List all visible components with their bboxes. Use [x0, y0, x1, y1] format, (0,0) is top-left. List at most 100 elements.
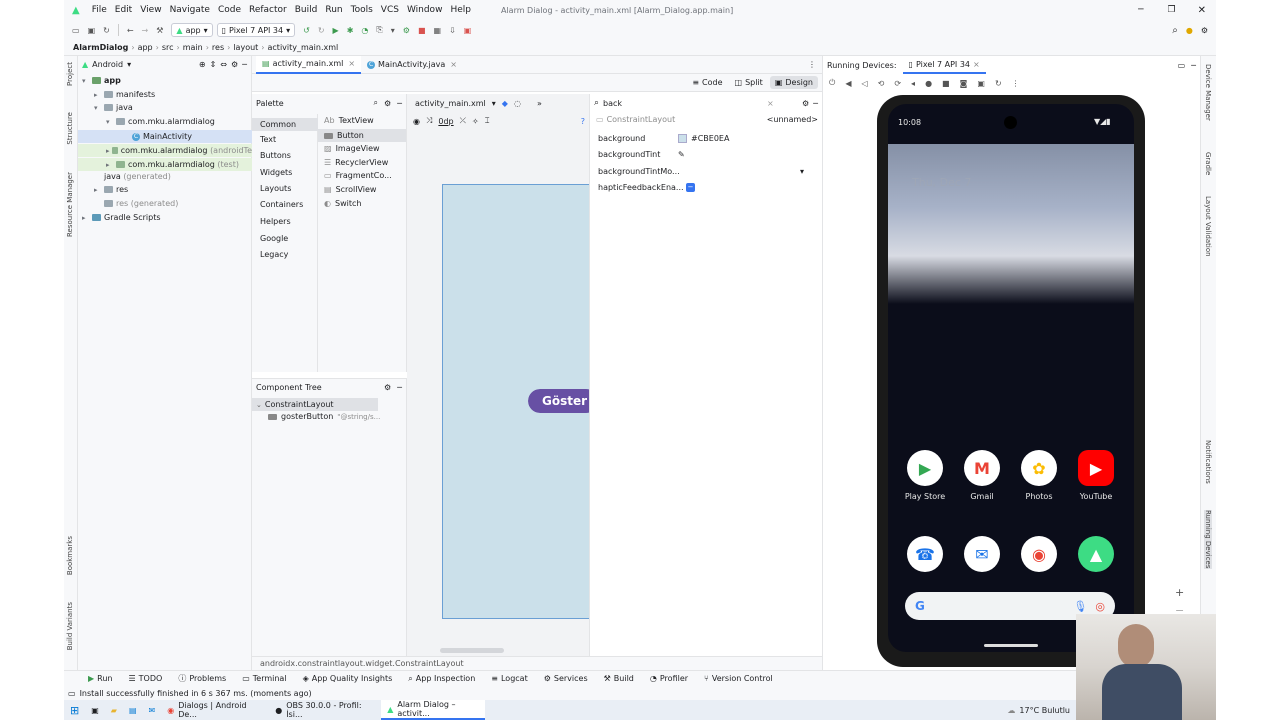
palette-item-textview[interactable]: Ab TextView	[324, 116, 374, 125]
tool-structure[interactable]: Structure	[66, 112, 74, 145]
palette-category-common[interactable]: Common	[252, 118, 318, 131]
cold-boot-icon[interactable]: ↻	[995, 79, 1002, 88]
palette-category-layouts[interactable]: Layouts	[260, 184, 291, 193]
design-mode-button[interactable]: ▣ Design	[769, 76, 818, 89]
dock-chrome[interactable]: ◉	[1011, 536, 1067, 572]
breadcrumb-item[interactable]: res	[209, 43, 227, 52]
view-options-eye-icon[interactable]: ◉	[413, 117, 420, 126]
mail-icon[interactable]: ✉	[143, 700, 162, 720]
tool-bookmarks[interactable]: Bookmarks	[66, 536, 74, 575]
device-manager-icon[interactable]: ▦	[430, 26, 446, 35]
tool-resource-manager[interactable]: Resource Manager	[66, 172, 74, 237]
menu-tools[interactable]: Tools	[347, 5, 377, 15]
tree-item-manifests[interactable]: ▸ manifests	[94, 90, 155, 99]
hide-panel-icon[interactable]: ─	[242, 60, 251, 69]
tool-todo[interactable]: ☰ TODO	[121, 674, 171, 683]
component-tree-child[interactable]: gosterButton "@string/s...	[268, 412, 380, 421]
dock-phone[interactable]: ☎	[897, 536, 953, 572]
rotate-right-icon[interactable]: ⟳	[894, 79, 901, 88]
palette-item-recyclerview[interactable]: ☰ RecyclerView	[324, 158, 388, 167]
breadcrumb-item[interactable]: src	[159, 43, 177, 52]
tool-gradle[interactable]: Gradle	[1204, 152, 1212, 175]
palette-item-scrollview[interactable]: ▤ ScrollView	[324, 185, 376, 194]
menu-refactor[interactable]: Refactor	[245, 5, 291, 15]
palette-category-text[interactable]: Text	[260, 135, 276, 144]
emulator-icon[interactable]: ▣	[460, 26, 476, 35]
device-screen[interactable]: 10:08 ▼◢▮ Thu, Dec 7 ▶ Play Store M Gmai…	[888, 104, 1134, 652]
menu-view[interactable]: View	[136, 5, 165, 15]
tree-item-res[interactable]: ▸ res	[94, 185, 128, 194]
taskbar-android-studio[interactable]: ▲ Alarm Dialog – activit...	[381, 700, 486, 720]
component-tree-root[interactable]: ⌄ ConstraintLayout	[252, 398, 378, 411]
palette-category-legacy[interactable]: Legacy	[260, 250, 288, 259]
chevron-down-icon[interactable]: ▾	[127, 60, 131, 69]
tool-running-devices[interactable]: Running Devices	[1204, 510, 1212, 569]
store-icon[interactable]: ▤	[123, 700, 143, 720]
code-mode-button[interactable]: ≡ Code	[687, 76, 727, 89]
tool-app-inspection[interactable]: ⌕ App Inspection	[400, 674, 483, 684]
dock-android[interactable]: ▲	[1068, 536, 1124, 572]
palette-item-imageview[interactable]: ▨ ImageView	[324, 144, 380, 153]
design-file-label[interactable]: activity_main.xml	[415, 99, 486, 108]
expand-toolbar-icon[interactable]: »	[537, 99, 542, 108]
palette-item-switch[interactable]: ◐ Switch	[324, 199, 361, 208]
autoconnect-icon[interactable]: ⤨	[426, 116, 432, 126]
profile-icon[interactable]: ◔	[357, 26, 372, 35]
attributes-search-input[interactable]: back	[603, 99, 763, 108]
expand-all-icon[interactable]: ⇕	[210, 60, 217, 69]
hide-panel-icon[interactable]: ─	[397, 383, 406, 392]
taskbar-chrome[interactable]: ◉ Dialogs | Android De...	[161, 700, 269, 720]
app-gmail[interactable]: M Gmail	[954, 450, 1010, 501]
tool-terminal[interactable]: ▭ Terminal	[234, 674, 294, 683]
clear-constraints-icon[interactable]: ⤫	[460, 116, 466, 126]
attribute-row-backgroundtintmode[interactable]: backgroundTintMo... ▾	[598, 163, 818, 179]
palette-category-helpers[interactable]: Helpers	[260, 217, 291, 226]
task-view-icon[interactable]: ▣	[85, 700, 105, 720]
tree-item-java-generated[interactable]: java (generated)	[94, 172, 171, 181]
tree-item-mainactivity[interactable]: C MainActivity	[78, 130, 252, 143]
lens-icon[interactable]: ◎	[1095, 600, 1105, 613]
sync-icon[interactable]: ↻	[99, 26, 114, 35]
breadcrumb-item[interactable]: main	[180, 43, 206, 52]
device-select[interactable]: ▯ Pixel 7 API 34 ▾	[216, 23, 296, 37]
collapse-all-icon[interactable]: ⇔	[220, 60, 227, 69]
search-icon[interactable]: ⌕	[374, 98, 378, 108]
menu-vcs[interactable]: VCS	[377, 5, 403, 15]
palette-category-widgets[interactable]: Widgets	[260, 168, 292, 177]
tool-notifications[interactable]: Notifications	[1204, 440, 1212, 484]
settings-gear-icon[interactable]: ⚙	[384, 99, 391, 108]
tool-device-manager[interactable]: Device Manager	[1204, 64, 1212, 121]
tab-activity-main[interactable]: ▤ activity_main.xml ×	[256, 55, 362, 74]
tool-problems[interactable]: ⓘ Problems	[170, 673, 234, 684]
palette-category-google[interactable]: Google	[260, 234, 288, 243]
mic-icon[interactable]: 🎙	[1073, 600, 1087, 613]
sdk-manager-icon[interactable]: ⇩	[445, 26, 460, 35]
updates-icon[interactable]: ●	[1182, 26, 1197, 35]
tool-version-control[interactable]: ⑂ Version Control	[696, 674, 781, 683]
app-youtube[interactable]: ▶ YouTube	[1068, 450, 1124, 501]
close-icon[interactable]: ✕	[1188, 5, 1216, 16]
status-message[interactable]: Install successfully finished in 6 s 367…	[80, 689, 312, 698]
settings-gear-icon[interactable]: ⚙	[1197, 26, 1216, 35]
build-hammer-icon[interactable]: ⚒	[152, 26, 167, 35]
more-run-icon[interactable]: ▾	[387, 26, 399, 35]
snapshot-icon[interactable]: ▣	[977, 79, 985, 88]
breadcrumb-item[interactable]: activity_main.xml	[265, 43, 342, 52]
attribute-value[interactable]: #CBE0EA	[691, 134, 729, 143]
rerun-icon[interactable]: ↺	[295, 26, 314, 35]
close-icon[interactable]: ×	[450, 60, 457, 69]
color-swatch[interactable]	[678, 133, 687, 143]
apply-code-changes-icon[interactable]: ▶	[329, 26, 343, 35]
menu-file[interactable]: File	[88, 5, 111, 15]
forward-icon[interactable]: →	[138, 26, 153, 35]
options-gear-icon[interactable]: ⚙	[231, 60, 238, 69]
back-icon[interactable]: ←	[123, 26, 138, 35]
palette-item-fragmentcontainer[interactable]: ▭ FragmentCo...	[324, 171, 392, 180]
back-nav-icon[interactable]: ◂	[911, 79, 915, 88]
layers-icon[interactable]: ◆	[502, 99, 508, 108]
zoom-in-icon[interactable]: +	[1175, 586, 1184, 599]
palette-category-containers[interactable]: Containers	[260, 200, 303, 209]
file-explorer-icon[interactable]: ▰	[105, 700, 123, 720]
project-view-mode[interactable]: Android	[92, 60, 123, 69]
breadcrumb-item[interactable]: layout	[230, 43, 261, 52]
